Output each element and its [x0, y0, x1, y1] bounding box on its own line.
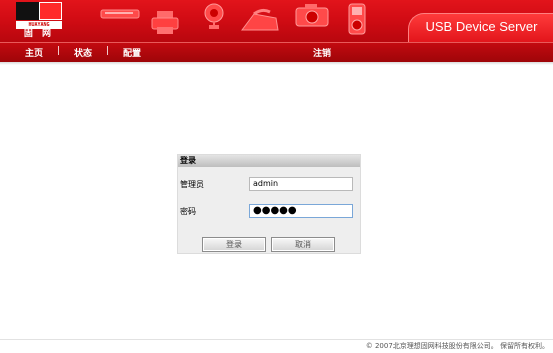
copyright-text: © 2007北京理想固网科技股份有限公司。 保留所有权利。 [365, 342, 549, 350]
camera-icon [295, 4, 329, 27]
nav-item-status[interactable]: 状态 [74, 46, 92, 59]
logo-black-block [16, 2, 39, 20]
iron-icon [241, 8, 279, 31]
password-label: 密码 [180, 207, 196, 216]
password-field[interactable]: ●●●●● [249, 204, 353, 218]
logo-strip-text: HUAYANG TECHNOLOGY [16, 21, 62, 29]
nav-separator: | [106, 46, 110, 56]
login-button[interactable]: 登录 [202, 237, 266, 252]
mp3-player-icon [348, 3, 366, 35]
username-field[interactable]: admin [249, 177, 353, 191]
logo-red-block [39, 2, 62, 20]
footer-divider [0, 339, 553, 340]
printer-icon [151, 11, 179, 34]
header-banner: HUAYANG TECHNOLOGY 固 网 [0, 0, 553, 42]
nav-item-home[interactable]: 主页 [25, 46, 43, 59]
product-title-tab: USB Device Server [408, 13, 553, 42]
login-panel-title: 登录 [178, 155, 360, 167]
username-label: 管理员 [180, 180, 204, 189]
product-title: USB Device Server [425, 19, 538, 34]
nav-item-config[interactable]: 配置 [123, 46, 141, 59]
nav-item-logout[interactable]: 注销 [313, 46, 331, 59]
cancel-button[interactable]: 取消 [271, 237, 335, 252]
company-logo: HUAYANG TECHNOLOGY 固 网 [16, 2, 62, 40]
webcam-icon [204, 3, 224, 29]
login-panel: 登录 管理员 admin 密码 ●●●●● 登录 取消 [177, 154, 361, 254]
main-nav: 主页 | 状态 | 配置 注销 [0, 42, 553, 62]
logo-cn-text: 固 网 [23, 29, 55, 39]
nav-separator: | [57, 46, 61, 56]
scanner-icon [100, 9, 140, 19]
nav-shadow [0, 62, 553, 65]
